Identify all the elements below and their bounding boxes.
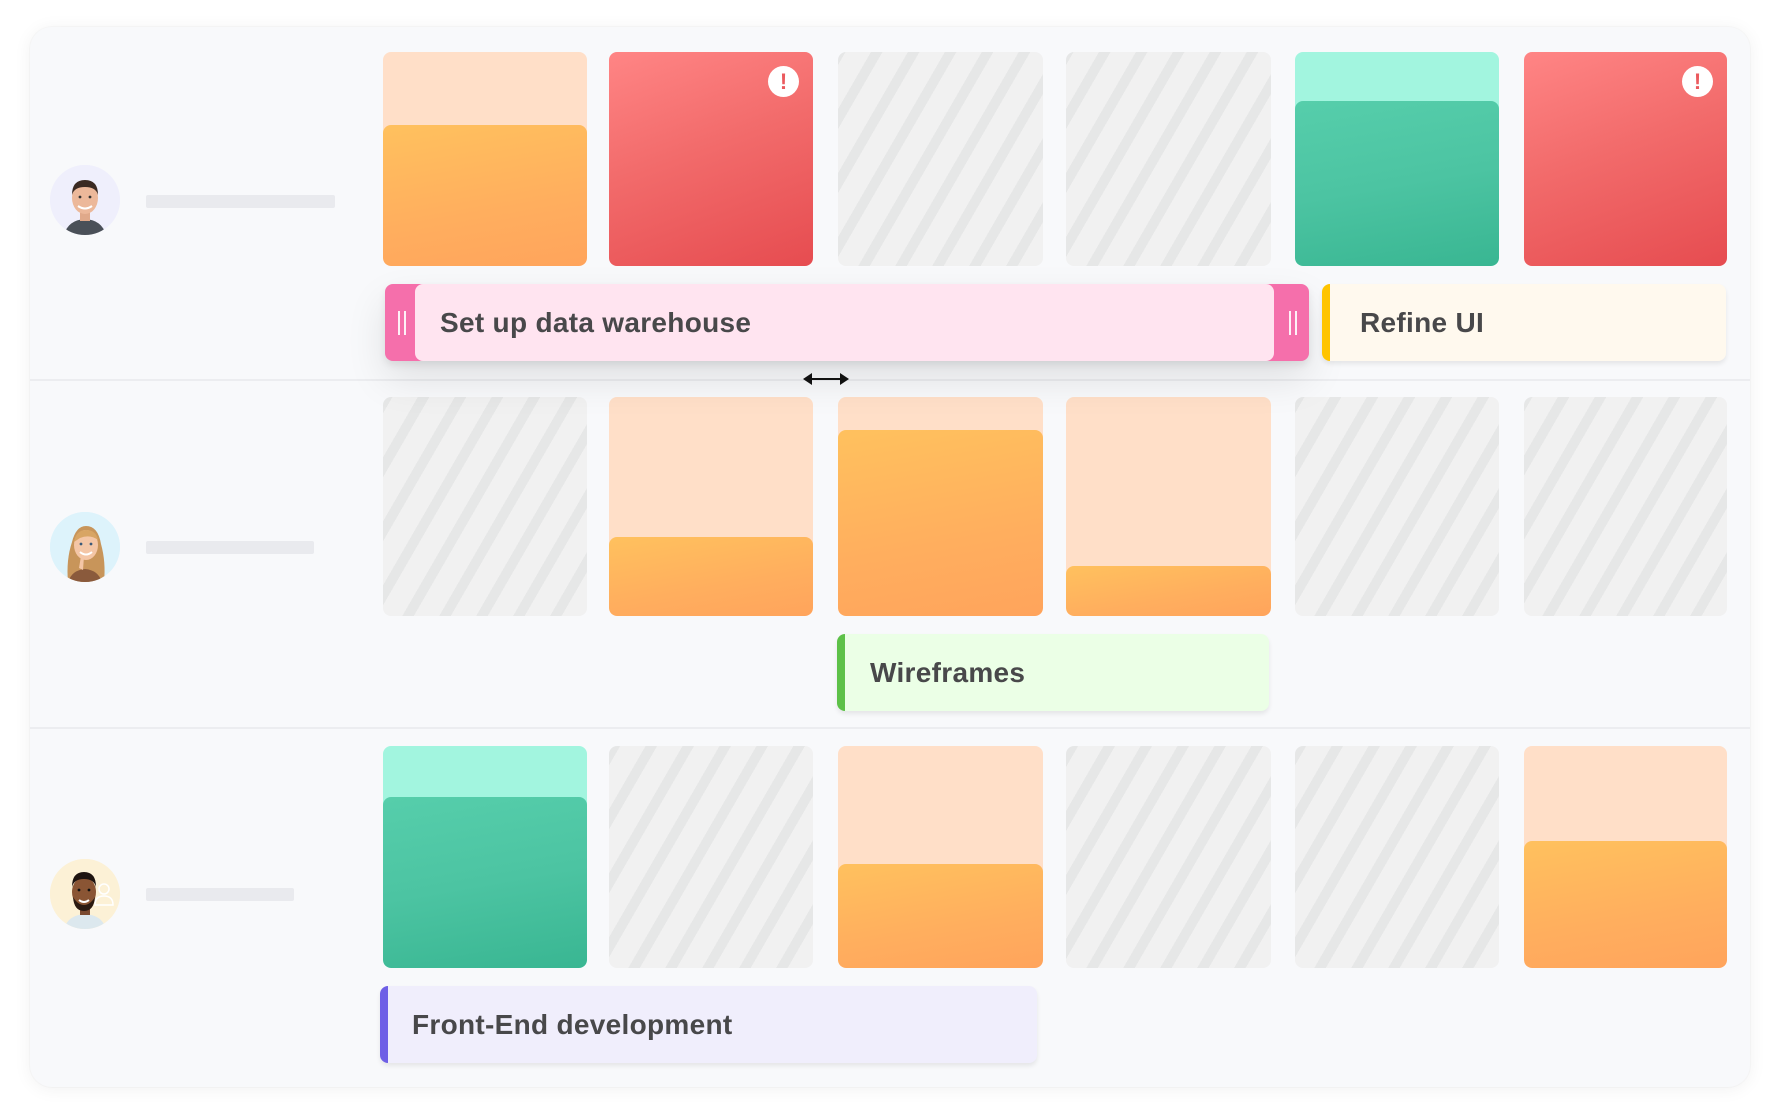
day-cell-workload[interactable] xyxy=(1524,746,1727,968)
day-cell-workload[interactable] xyxy=(383,52,587,266)
day-cell-unavailable[interactable] xyxy=(609,746,813,968)
day-cell-workload[interactable] xyxy=(609,397,813,616)
row-divider xyxy=(30,727,1750,729)
workload-fill xyxy=(383,124,587,266)
alert-icon: ! xyxy=(1682,66,1713,97)
person-avatar-woman-icon xyxy=(50,512,120,582)
avatar-user-3[interactable] xyxy=(50,859,120,929)
resize-handle-left[interactable] xyxy=(385,284,418,361)
day-cell-unavailable[interactable] xyxy=(1066,746,1271,968)
user-name-placeholder xyxy=(146,195,335,208)
task-bar-body[interactable]: Set up data warehouse xyxy=(415,284,1274,361)
workload-fill xyxy=(1524,841,1727,968)
row-divider xyxy=(30,379,1750,381)
resize-horizontal-icon xyxy=(803,373,849,385)
avatar-user-1[interactable] xyxy=(50,165,120,235)
day-cell-unavailable[interactable] xyxy=(1524,397,1727,616)
day-cell-workload[interactable] xyxy=(1066,397,1271,616)
day-cell-workload[interactable] xyxy=(383,746,587,968)
workload-fill xyxy=(838,429,1043,616)
task-bar-set-up-data-warehouse[interactable]: Set up data warehouse xyxy=(385,284,1309,361)
avatar-user-2[interactable] xyxy=(50,512,120,582)
task-label: Set up data warehouse xyxy=(440,306,752,338)
workload-fill xyxy=(1295,101,1499,266)
day-cell-overloaded[interactable]: ! xyxy=(1524,52,1727,266)
workload-fill xyxy=(383,797,587,968)
day-cell-workload[interactable] xyxy=(838,746,1043,968)
task-bar-wireframes[interactable]: Wireframes xyxy=(837,634,1269,711)
task-label: Wireframes xyxy=(870,656,1026,688)
day-cell-unavailable[interactable] xyxy=(1066,52,1271,266)
task-bar-refine-ui[interactable]: Refine UI xyxy=(1322,284,1726,361)
day-cell-unavailable[interactable] xyxy=(1295,397,1499,616)
workload-fill xyxy=(1066,565,1271,616)
user-name-placeholder xyxy=(146,541,314,554)
day-cell-overloaded[interactable]: ! xyxy=(609,52,813,266)
workload-fill xyxy=(838,863,1043,968)
person-avatar-man-icon xyxy=(50,859,120,929)
task-label: Refine UI xyxy=(1360,306,1485,338)
day-cell-workload[interactable] xyxy=(1295,52,1499,266)
task-bar-front-end-development[interactable]: Front-End development xyxy=(380,986,1037,1063)
day-cell-unavailable[interactable] xyxy=(838,52,1043,266)
day-cell-unavailable[interactable] xyxy=(1295,746,1499,968)
day-cell-workload[interactable] xyxy=(838,397,1043,616)
task-label: Front-End development xyxy=(412,1008,733,1040)
user-name-placeholder xyxy=(146,888,294,901)
resize-handle-right[interactable] xyxy=(1276,284,1309,361)
alert-icon: ! xyxy=(768,66,799,97)
person-avatar-man-icon xyxy=(50,165,120,235)
day-cell-unavailable[interactable] xyxy=(383,397,587,616)
workload-fill xyxy=(609,537,813,616)
